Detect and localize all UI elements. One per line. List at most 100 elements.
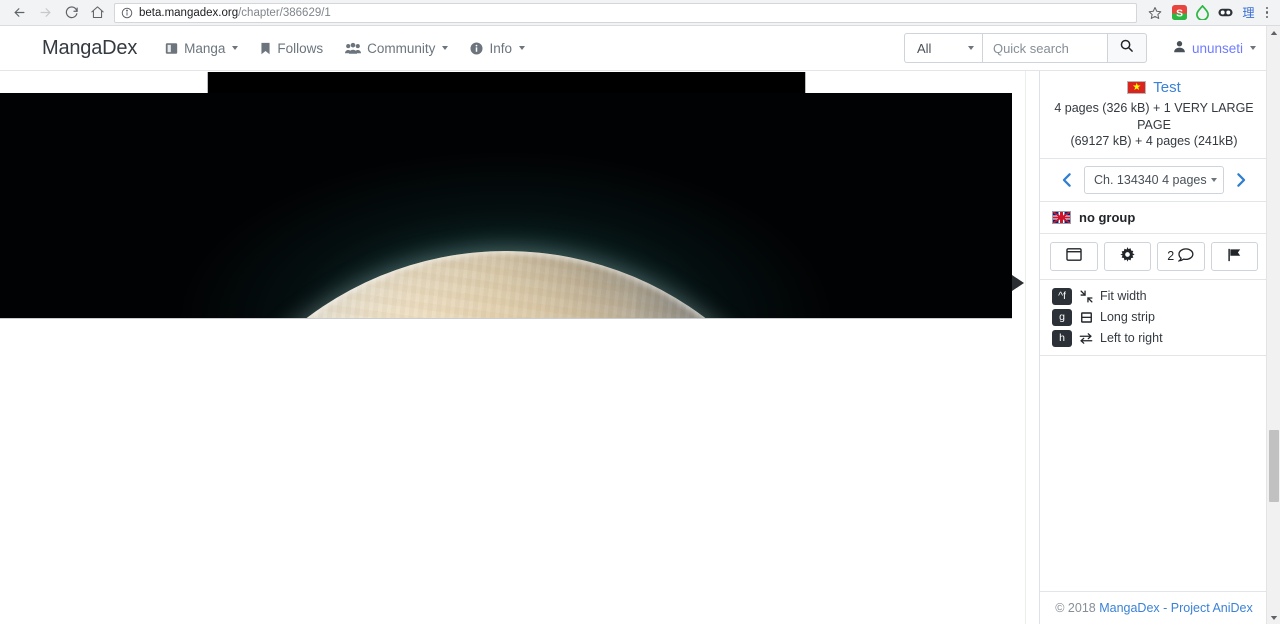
nav-item-info[interactable]: Info: [470, 41, 525, 56]
scanlation-group-row: no group: [1040, 202, 1268, 234]
users-icon: [345, 42, 362, 55]
chapter-title-row: ★ Test: [1050, 79, 1258, 96]
shortcut-key: ^f: [1052, 287, 1072, 305]
stylish-extension-icon[interactable]: S: [1171, 5, 1187, 21]
navbar-right: All ununseti: [903, 33, 1256, 63]
bookmark-icon: [260, 42, 271, 55]
address-bar[interactable]: beta.mangadex.org/chapter/386629/1: [114, 2, 1137, 23]
svg-text:理: 理: [1242, 6, 1254, 20]
reader-main[interactable]: [0, 71, 1012, 624]
site-brand[interactable]: MangaDex: [42, 37, 137, 60]
gear-icon: [1120, 247, 1135, 265]
shortcut-label: Fit width: [1100, 289, 1147, 303]
url-domain: beta.mangadex.org: [139, 6, 239, 19]
home-button[interactable]: [84, 1, 110, 25]
flag-icon: [1227, 248, 1242, 265]
nav-item-label: Manga: [184, 40, 226, 56]
url-text: beta.mangadex.org/chapter/386629/1: [139, 7, 331, 19]
scroll-up-arrow-icon[interactable]: [1267, 26, 1280, 39]
report-button[interactable]: [1210, 241, 1258, 271]
nav-item-label: Info: [489, 40, 512, 56]
scroll-down-arrow-icon[interactable]: [1267, 611, 1280, 624]
nav-item-follows[interactable]: Follows: [260, 41, 323, 56]
shortcut-label: Long strip: [1100, 310, 1155, 324]
droplet-extension-icon[interactable]: [1194, 5, 1210, 21]
vietnam-flag-icon: ★: [1127, 81, 1147, 94]
shortcut-fit-width[interactable]: ^f Fit width: [1052, 287, 1256, 305]
pill-extension-icon[interactable]: [1217, 5, 1233, 21]
svg-text:S: S: [1176, 8, 1183, 19]
comments-count: 2: [1167, 249, 1175, 263]
shortcut-key: h: [1052, 329, 1072, 347]
footer-link[interactable]: MangaDex - Project AniDex: [1099, 601, 1253, 615]
manga-title-link[interactable]: Test: [1153, 79, 1181, 96]
chapter-sidebar: ★ Test 4 pages (326 kB) + 1 VERY LARGE P…: [1039, 71, 1268, 624]
nav-item-label: Follows: [277, 40, 324, 56]
back-button[interactable]: [6, 1, 32, 25]
shortcut-reading-direction[interactable]: h Left to right: [1052, 329, 1256, 347]
extension-icons: S 理: [1167, 5, 1256, 21]
rikaikun-extension-icon[interactable]: 理: [1240, 5, 1256, 21]
user-name: ununseti: [1191, 40, 1243, 56]
next-page-arrow-icon[interactable]: [1012, 275, 1024, 291]
search-button[interactable]: [1106, 33, 1147, 63]
exchange-arrows-icon: [1079, 332, 1093, 345]
chapter-navigation: Ch. 134340 4 pages: [1040, 159, 1268, 202]
chevron-down-icon: [967, 46, 974, 50]
reader-shortcuts: ^f Fit width g Long strip h Left to righ…: [1040, 280, 1268, 356]
reload-button[interactable]: [58, 1, 84, 25]
info-circle-icon: [470, 41, 483, 55]
nav-links: Manga Follows Community Info: [165, 41, 525, 56]
chevron-down-icon: [232, 46, 239, 50]
user-icon: [1173, 40, 1186, 56]
search-group: All: [903, 33, 1147, 63]
nav-item-community[interactable]: Community: [345, 40, 449, 56]
action-button-row: 2: [1040, 234, 1268, 280]
group-name[interactable]: no group: [1079, 210, 1135, 225]
chevron-down-icon: [442, 46, 449, 50]
shortcut-key: g: [1052, 308, 1072, 326]
user-menu[interactable]: ununseti: [1173, 40, 1256, 56]
chevron-right-icon[interactable]: [1232, 170, 1249, 190]
nav-item-manga[interactable]: Manga: [165, 40, 239, 56]
page-image-top-strip: [207, 72, 806, 95]
chapter-select-value: Ch. 134340 4 pages: [1094, 172, 1207, 187]
url-path: /chapter/386629/1: [238, 6, 331, 19]
chevron-down-icon: [1250, 46, 1256, 50]
book-icon: [165, 42, 178, 55]
chapter-description-line1: 4 pages (326 kB) + 1 VERY LARGE PAGE: [1054, 101, 1254, 132]
window-view-button[interactable]: [1050, 241, 1098, 271]
chapter-description-line2: (69127 kB) + 4 pages (241kB): [1070, 134, 1238, 148]
comments-button[interactable]: 2: [1157, 241, 1205, 271]
page-scrollbar[interactable]: [1266, 26, 1280, 624]
chapter-info-section: ★ Test 4 pages (326 kB) + 1 VERY LARGE P…: [1040, 71, 1268, 159]
window-icon: [1066, 248, 1082, 264]
shortcut-label: Left to right: [1100, 331, 1163, 345]
manga-page-image[interactable]: [0, 93, 1012, 319]
scrollbar-thumb[interactable]: [1268, 430, 1279, 502]
sidebar-footer: © 2018 MangaDex - Project AniDex: [1040, 591, 1268, 624]
star-icon[interactable]: [1143, 6, 1167, 20]
nav-item-label: Community: [367, 40, 436, 56]
chevron-left-icon[interactable]: [1059, 170, 1076, 190]
reader-scroll-divider: [1025, 71, 1038, 624]
book-icon: [1079, 311, 1093, 324]
compress-arrows-icon: [1079, 289, 1093, 303]
browser-toolbar: beta.mangadex.org/chapter/386629/1 S 理: [0, 0, 1280, 26]
chevron-down-icon: [1211, 177, 1217, 182]
chapter-description: 4 pages (326 kB) + 1 VERY LARGE PAGE (69…: [1050, 100, 1258, 150]
search-scope-value: All: [916, 40, 932, 56]
uk-flag-icon: [1052, 210, 1071, 224]
search-input[interactable]: [981, 33, 1107, 63]
settings-button[interactable]: [1103, 241, 1151, 271]
comment-icon: [1177, 247, 1194, 265]
chapter-select[interactable]: Ch. 134340 4 pages: [1084, 165, 1224, 194]
search-scope-select[interactable]: All: [903, 33, 982, 63]
info-circle-icon: [121, 7, 133, 19]
three-dots-menu-icon[interactable]: [1256, 6, 1274, 19]
forward-button[interactable]: [32, 1, 58, 25]
shortcut-long-strip[interactable]: g Long strip: [1052, 308, 1256, 326]
site-navbar: MangaDex Manga Follows Community Info Al…: [0, 26, 1280, 71]
search-icon: [1119, 38, 1134, 58]
